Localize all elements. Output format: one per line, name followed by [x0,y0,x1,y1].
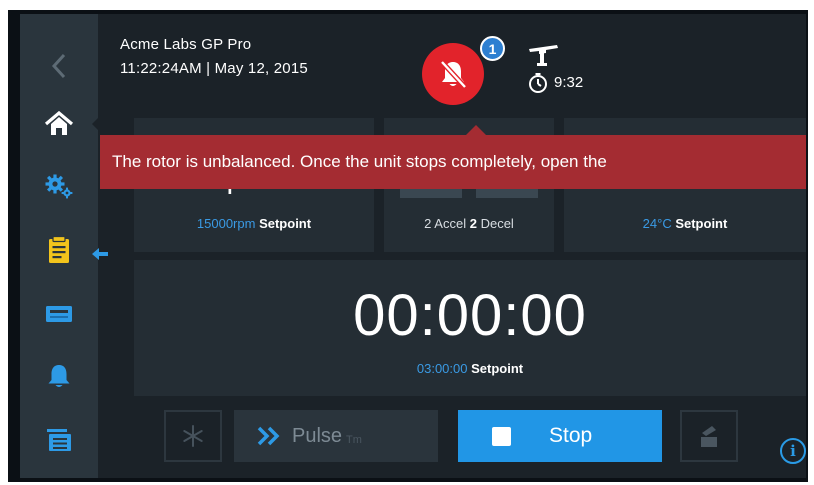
temperature-setpoint-value: 24°C [642,216,672,231]
speed-setpoint-value: 15000rpm [196,216,256,231]
pulse-sub-label: Tm [346,434,362,446]
timer-setpoint-label: Setpoint [471,361,524,376]
touch-screen: Acme Labs GP Pro 11:22:24AM | May 12, 20… [20,14,806,478]
active-indicator [92,115,101,133]
timer-icon [529,73,547,93]
library-icon [47,429,71,451]
sidebar [20,14,98,478]
decel-label: Decel [480,216,514,231]
sidebar-item-rotors[interactable] [32,292,86,336]
lid-button[interactable] [680,410,738,462]
bell-muted-icon [440,60,467,89]
sidebar-item-home[interactable] [32,102,86,146]
double-chevron-right-icon [257,426,280,446]
accel-label: Accel [434,216,467,231]
date-time: 11:22:24AM | May 12, 2015 [120,60,308,77]
cooling-button[interactable] [164,410,222,462]
bell-icon [48,365,70,387]
accel-value: 2 [424,216,432,231]
back-chevron-icon [51,53,66,79]
device-frame: Acme Labs GP Pro 11:22:24AM | May 12, 20… [8,10,808,482]
stop-icon [492,426,511,446]
settings-gears-icon [45,174,73,199]
stop-label: Stop [549,424,593,447]
accel-decel-values: 2 Accel 2 Decel [384,216,554,231]
home-icon [44,111,74,135]
info-button[interactable]: i [780,438,806,464]
sidebar-item-alarms[interactable] [32,354,86,398]
rotor-storage-icon [46,306,72,322]
device-name: Acme Labs GP Pro [120,36,252,53]
clipboard-icon [49,236,69,263]
pulse-label: Pulse [292,424,343,447]
sidebar-item-settings[interactable] [32,164,86,208]
alarm-banner[interactable]: The rotor is unbalanced. Once the unit s… [100,135,806,189]
alarm-button[interactable] [422,43,484,105]
timer-card[interactable]: 00:00:00 03:00:00 Setpoint [134,260,806,396]
temperature-setpoint-label: Setpoint [675,216,728,231]
snowflake-icon [183,425,203,447]
timer-setpoint: 03:00:00 Setpoint [134,361,806,376]
back-button[interactable] [32,44,86,88]
pulse-button[interactable]: Pulse Tm [234,410,438,462]
speed-setpoint: 15000rpm Setpoint [134,216,374,231]
collapse-arrow-icon[interactable] [90,245,112,263]
stop-button[interactable]: Stop [458,410,662,462]
speed-setpoint-label: Setpoint [259,216,312,231]
rotor-icon [529,45,558,66]
sidebar-item-library[interactable] [32,418,86,462]
sidebar-item-protocols[interactable] [32,228,86,272]
alarm-count-badge: 1 [480,36,505,61]
timer-value: 00:00:00 [353,283,587,348]
run-timer: 9:32 [554,74,584,91]
decel-value: 2 [469,216,477,231]
lid-open-icon [701,426,717,447]
temperature-setpoint: 24°C Setpoint [564,216,806,231]
timer-setpoint-value: 03:00:00 [416,361,468,376]
